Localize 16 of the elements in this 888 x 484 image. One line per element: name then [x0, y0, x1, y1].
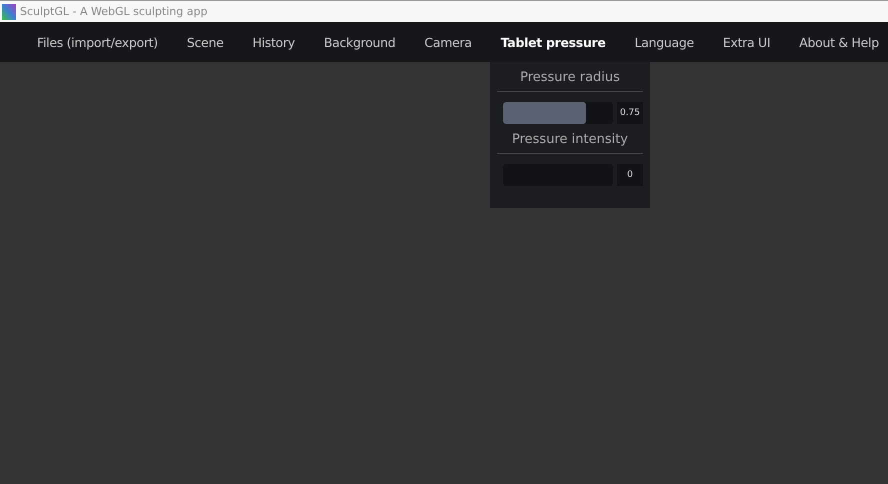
- app-icon: [2, 4, 16, 20]
- section-title: Pressure radius: [497, 70, 643, 92]
- menu-item[interactable]: Files (import/export): [37, 34, 158, 50]
- menu-item[interactable]: Background: [324, 34, 396, 50]
- value-field[interactable]: 0: [617, 164, 643, 186]
- menu-item[interactable]: About & Help: [799, 34, 879, 50]
- menu-item[interactable]: Tablet pressure: [500, 34, 606, 50]
- menu-item[interactable]: Extra UI: [722, 34, 770, 50]
- slider-track[interactable]: [503, 102, 613, 124]
- value-field[interactable]: 0.75: [617, 102, 643, 124]
- section-title: Pressure intensity: [497, 132, 643, 154]
- menu-item[interactable]: Camera: [424, 34, 472, 50]
- menu-item[interactable]: History: [252, 34, 295, 50]
- menu-item[interactable]: Language: [634, 34, 694, 50]
- menu-item[interactable]: Scene: [186, 34, 224, 50]
- window-title: SculptGL - A WebGL sculpting app: [20, 5, 208, 18]
